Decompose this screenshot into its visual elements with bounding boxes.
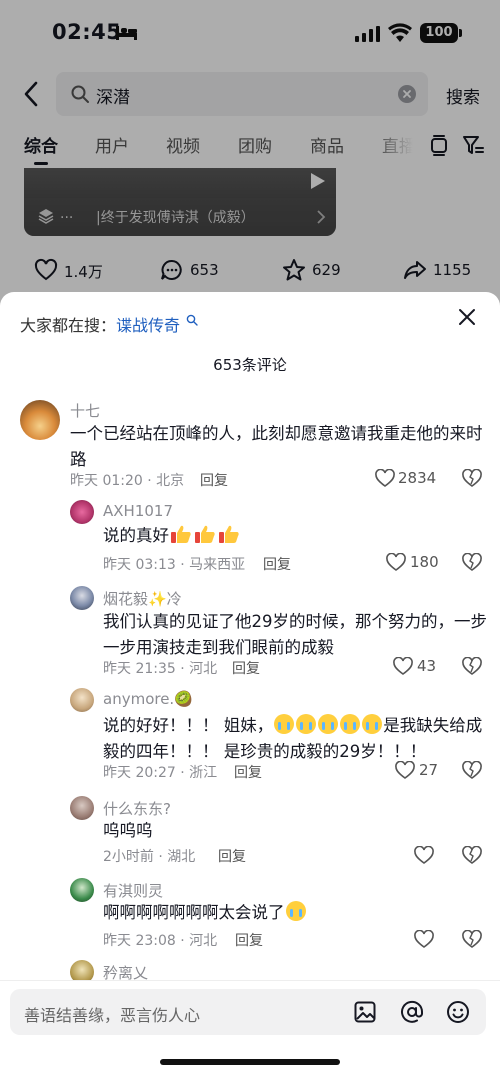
heart-icon[interactable] (375, 469, 395, 487)
broken-heart-icon[interactable] (462, 761, 482, 779)
reply-item: 什么东东? 呜呜呜 2小时前 · 湖北 回复 (0, 796, 500, 872)
broken-heart-icon[interactable] (462, 846, 482, 864)
comment-item: 十七 一个已经站在顶峰的人，此刻却愿意邀请我重走他的来时路 昨天 01:20 ·… (0, 392, 500, 492)
broken-heart-icon[interactable] (462, 553, 482, 571)
avatar[interactable] (20, 400, 60, 440)
thumbs-up-emoji-icon (171, 525, 191, 543)
heart-icon[interactable] (395, 761, 415, 779)
broken-heart-icon[interactable] (462, 930, 482, 948)
comment-meta: 昨天 23:08 · 河北 (103, 933, 218, 949)
reply-button[interactable]: 回复 (232, 658, 260, 678)
comment-text: 我们认真的见证了他29岁的时候，那个努力的，一步一步用演技走到我们眼前的成毅 (103, 612, 487, 657)
broken-heart-icon[interactable] (462, 469, 482, 487)
comment-author[interactable]: 有淇则灵 (103, 880, 163, 901)
comment-text: 说的好好！！！ 姐妹， 是我缺失给成毅的四年！！！ 是珍贵的成毅的29岁！！！ (103, 713, 488, 765)
comment-text-body: 啊啊啊啊啊啊啊太会说了 (103, 903, 285, 922)
home-indicator[interactable] (160, 1059, 340, 1065)
comment-like-count: 43 (417, 657, 437, 675)
trending-search[interactable]: 大家都在搜：谍战传奇 (20, 312, 180, 336)
crying-emoji-icon (362, 714, 383, 734)
comment-like-count: 27 (419, 761, 439, 779)
reply-item: AXH1017 说的真好 昨天 03:13 · 马来西亚 回复 180 (0, 498, 500, 578)
mention-icon[interactable] (400, 1000, 424, 1024)
avatar[interactable] (70, 500, 94, 524)
comment-like-count: 2834 (398, 469, 437, 487)
trending-term[interactable]: 谍战传奇 (116, 316, 180, 335)
avatar[interactable] (70, 796, 94, 820)
reply-item: 有淇则灵 啊啊啊啊啊啊啊太会说了 昨天 23:08 · 河北 回复 (0, 878, 500, 954)
comment-author[interactable]: 十七 (70, 400, 100, 421)
comment-text-part: 说的好好！！！ 姐妹， (103, 716, 274, 735)
emoji-icon[interactable] (446, 1000, 470, 1024)
comment-input-placeholder: 善语结善缘，恶言伤人心 (24, 1006, 201, 1025)
comment-meta: 昨天 03:13 · 马来西亚 (103, 557, 246, 573)
crying-emoji-icon (285, 901, 306, 921)
comment-input[interactable]: 善语结善缘，恶言伤人心 (10, 989, 486, 1035)
reply-button[interactable]: 回复 (235, 930, 263, 950)
comment-meta: 昨天 20:27 · 浙江 (103, 765, 218, 781)
comment-sheet: 大家都在搜：谍战传奇 653条评论 十七 一个已经站在顶峰的人，此刻却愿意邀请我… (0, 292, 500, 1084)
comment-text: 呜呜呜 (103, 821, 153, 840)
reply-item: 烟花毅✨冷 我们认真的见证了他29岁的时候，那个努力的，一步一步用演技走到我们眼… (0, 584, 500, 684)
comment-input-bar: 善语结善缘，恶言伤人心 (0, 980, 500, 1084)
reply-button[interactable]: 回复 (218, 846, 246, 866)
heart-icon[interactable] (386, 553, 406, 571)
comment-total: 653条评论 (213, 356, 287, 374)
thumbs-up-emoji-icon (195, 525, 215, 543)
comment-text-body: 说的真好 (103, 526, 169, 545)
crying-emoji-icon (296, 714, 317, 734)
comment-author[interactable]: 什么东东? (103, 798, 171, 819)
comment-text: 一个已经站在顶峰的人，此刻却愿意邀请我重走他的来时路 (70, 424, 483, 469)
avatar[interactable] (70, 878, 94, 902)
heart-icon[interactable] (414, 846, 434, 864)
close-icon[interactable] (458, 308, 476, 326)
avatar[interactable] (70, 586, 94, 610)
trending-prefix: 大家都在搜： (20, 316, 117, 335)
comment-meta: 昨天 21:35 · 河北 (103, 661, 218, 677)
avatar[interactable] (70, 688, 94, 712)
reply-button[interactable]: 回复 (234, 762, 262, 782)
heart-icon[interactable] (393, 657, 413, 675)
comment-author[interactable]: AXH1017 (103, 502, 173, 520)
crying-emoji-icon (318, 714, 339, 734)
crying-emoji-icon (274, 714, 295, 734)
reply-item: anymore.🥝 说的好好！！！ 姐妹， 是我缺失给成毅的四年！！！ 是珍贵的成… (0, 688, 500, 788)
comment-meta: 2小时前 · 湖北 (103, 849, 196, 865)
comment-author[interactable]: anymore.🥝 (103, 690, 193, 708)
image-icon[interactable] (354, 1001, 376, 1023)
comment-text: 说的真好 (103, 523, 483, 549)
comment-text: 啊啊啊啊啊啊啊太会说了 (103, 900, 483, 926)
comment-like-count: 180 (410, 553, 439, 571)
thumbs-up-emoji-icon (219, 525, 239, 543)
search-icon (186, 314, 198, 326)
reply-button[interactable]: 回复 (200, 470, 228, 490)
reply-button[interactable]: 回复 (263, 554, 291, 574)
heart-icon[interactable] (414, 930, 434, 948)
comment-meta: 昨天 01:20 · 北京 (70, 473, 185, 489)
crying-emoji-icon (340, 714, 361, 734)
broken-heart-icon[interactable] (462, 657, 482, 675)
comment-author[interactable]: 烟花毅✨冷 (103, 588, 182, 609)
